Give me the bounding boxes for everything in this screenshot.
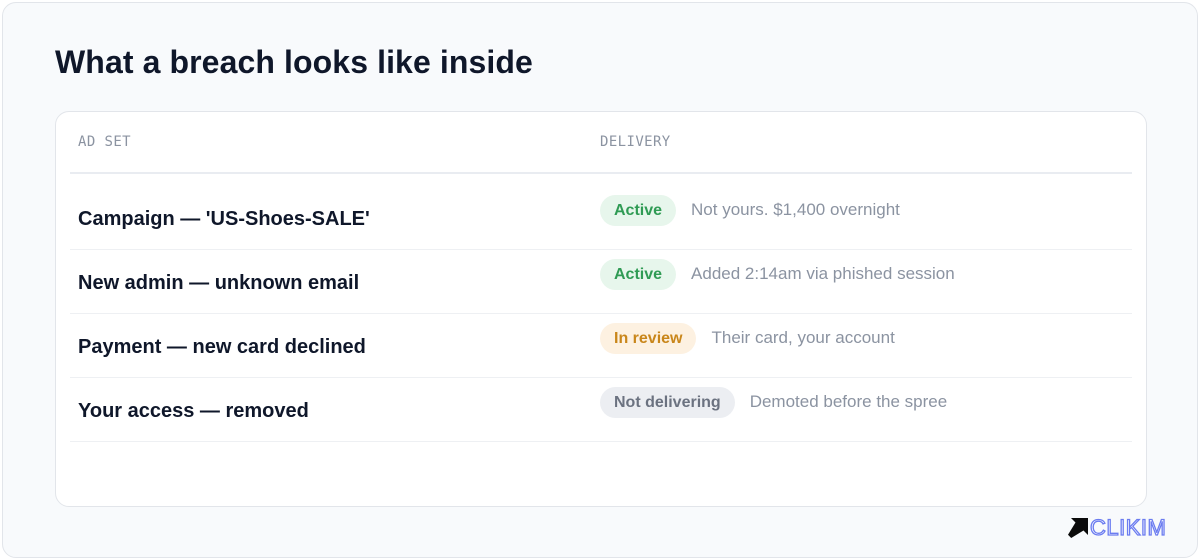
status-badge: Active bbox=[600, 258, 677, 290]
ad-sets-table: AD SET DELIVERY Campaign — 'US-Shoes-SAL… bbox=[55, 111, 1147, 507]
brand-wordmark: CLIKIM bbox=[1089, 514, 1167, 540]
table-header: AD SET DELIVERY bbox=[70, 112, 1132, 174]
page-title: What a breach looks like inside bbox=[55, 44, 533, 80]
delivery-note: Demoted before the spree bbox=[749, 392, 948, 411]
delivery-note: Added 2:14am via phished session bbox=[691, 264, 955, 283]
brand-logo: CLIKIM bbox=[1067, 514, 1167, 541]
ad-set-name: Payment — new card declined bbox=[78, 336, 366, 358]
ad-set-name: New admin — unknown email bbox=[78, 272, 360, 294]
delivery-cell: Active Not yours. $1,400 overnight bbox=[600, 194, 900, 226]
ad-set-name: Your access — removed bbox=[78, 400, 309, 422]
status-badge: Active bbox=[600, 194, 677, 226]
delivery-note: Their card, your account bbox=[711, 328, 895, 347]
table-row[interactable]: Payment — new card declined In review Th… bbox=[70, 314, 1132, 378]
column-header-ad-set: AD SET bbox=[78, 134, 131, 150]
slide-frame: What a breach looks like inside AD SET D… bbox=[2, 2, 1198, 558]
delivery-cell: Active Added 2:14am via phished session bbox=[600, 258, 955, 290]
delivery-note: Not yours. $1,400 overnight bbox=[691, 200, 900, 219]
table-row[interactable]: New admin — unknown email Active Added 2… bbox=[70, 250, 1132, 314]
table-row[interactable]: Campaign — 'US-Shoes-SALE' Active Not yo… bbox=[70, 186, 1132, 250]
status-badge: In review bbox=[600, 322, 697, 354]
ad-set-name: Campaign — 'US-Shoes-SALE' bbox=[78, 208, 370, 230]
table-row[interactable]: Your access — removed Not delivering Dem… bbox=[70, 378, 1132, 442]
delivery-cell: In review Their card, your account bbox=[600, 322, 895, 354]
status-badge: Not delivering bbox=[600, 386, 735, 418]
column-header-delivery: DELIVERY bbox=[600, 134, 671, 150]
arrow-up-right-icon bbox=[1068, 518, 1088, 538]
delivery-cell: Not delivering Demoted before the spree bbox=[600, 386, 947, 418]
